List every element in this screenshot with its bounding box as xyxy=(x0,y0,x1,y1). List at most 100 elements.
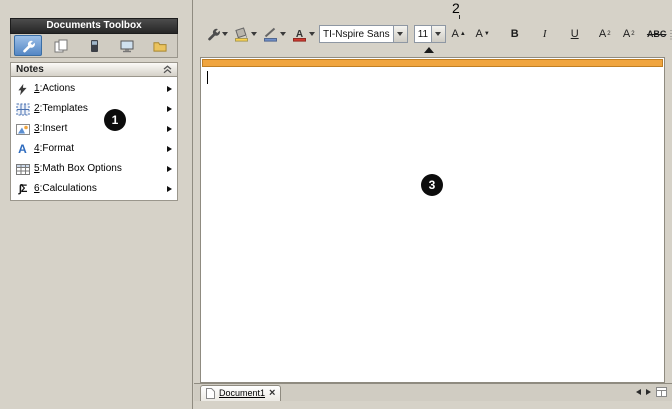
bold-button[interactable]: B xyxy=(504,24,526,44)
monitor-icon xyxy=(120,39,134,53)
collapse-panel-button[interactable] xyxy=(163,65,172,74)
wrench-icon xyxy=(21,39,35,53)
format-letter-glyph: A xyxy=(18,143,27,155)
superscript-mark: 2 xyxy=(607,31,610,37)
line-color-button[interactable] xyxy=(261,23,288,45)
wrench-icon xyxy=(206,27,220,41)
decrease-font-mark: ▼ xyxy=(484,31,490,37)
increase-font-base: A xyxy=(452,29,459,40)
double-chevron-up-icon xyxy=(163,65,172,74)
menu-text: :Format xyxy=(40,143,74,154)
menu-item-calculations[interactable]: ∫Σ 6:Calculations xyxy=(11,179,177,199)
submenu-arrow-icon xyxy=(167,106,172,112)
submenu-arrow-icon xyxy=(167,146,172,152)
dropdown-caret-icon xyxy=(222,32,228,36)
document-tab[interactable]: Document1 × xyxy=(200,385,281,401)
document-tab-bar: Document1 × xyxy=(194,383,672,401)
tab-content-explorer[interactable] xyxy=(146,35,174,56)
menu-item-label: 5:Math Box Options xyxy=(34,164,122,174)
decrease-font-base: A xyxy=(476,29,483,40)
menu-text: :Calculations xyxy=(40,183,97,194)
tab-document-tools[interactable] xyxy=(14,35,42,56)
page-sorter-icon xyxy=(54,39,68,53)
font-size-select[interactable]: 11 xyxy=(414,25,446,43)
next-page-arrow-icon[interactable] xyxy=(646,389,651,395)
superscript-button[interactable]: A2 xyxy=(594,24,616,44)
menu-item-label: 2:Templates xyxy=(34,104,88,114)
calculations-glyph: ∫Σ xyxy=(19,184,27,195)
document-page-icon xyxy=(206,388,215,399)
page-sorter-view-icon[interactable] xyxy=(656,387,667,397)
menu-item-format[interactable]: A 4:Format xyxy=(11,139,177,159)
toolbar-collapse-arrow-icon[interactable] xyxy=(424,47,434,53)
submenu-arrow-icon xyxy=(167,86,172,92)
subscript-button[interactable]: A2 xyxy=(618,24,640,44)
menu-item-label: 1:Actions xyxy=(34,84,75,94)
submenu-arrow-icon xyxy=(167,186,172,192)
tab-utilities[interactable] xyxy=(113,35,141,56)
font-family-value: TI-Nspire Sans xyxy=(320,29,393,40)
notes-menu: 1:Actions 2:Templates xyxy=(10,77,178,201)
tools-menu-button[interactable] xyxy=(204,23,230,45)
subscript-base: A xyxy=(623,29,630,40)
increase-font-size-button[interactable]: A▲ xyxy=(448,24,470,44)
font-size-value: 11 xyxy=(415,29,431,40)
menu-text: :Actions xyxy=(40,83,76,94)
document-tab-label: Document1 xyxy=(219,389,265,398)
superscript-base: A xyxy=(599,29,606,40)
menu-item-label: 3:Insert xyxy=(34,124,67,134)
font-size-caret xyxy=(431,26,445,42)
close-tab-icon[interactable]: × xyxy=(269,388,275,399)
submenu-arrow-icon xyxy=(167,166,172,172)
menu-text: :Math Box Options xyxy=(40,163,122,174)
menu-item-math-box-options[interactable]: 5:Math Box Options xyxy=(11,159,177,179)
format-letter-icon: A xyxy=(15,142,30,157)
italic-button[interactable]: I xyxy=(534,24,556,44)
subscript-mark: 2 xyxy=(631,31,634,37)
dropdown-caret-icon xyxy=(435,32,441,36)
increase-font-mark: ▲ xyxy=(460,31,466,37)
tab-page-sorter[interactable] xyxy=(47,35,75,56)
tab-smartview[interactable] xyxy=(80,35,108,56)
dropdown-caret-icon xyxy=(309,32,315,36)
math-box-grid-icon xyxy=(15,162,30,177)
callout-2-label: 2 xyxy=(452,0,460,16)
font-family-select[interactable]: TI-Nspire Sans xyxy=(319,25,408,43)
document-page[interactable] xyxy=(200,57,665,383)
menu-item-label: 4:Format xyxy=(34,144,74,154)
fill-color-bucket-icon xyxy=(234,27,249,42)
dropdown-caret-icon xyxy=(251,32,257,36)
callout-1-badge: 1 xyxy=(104,109,126,131)
decrease-font-size-button[interactable]: A▼ xyxy=(472,24,494,44)
insert-icon xyxy=(15,122,30,137)
previous-page-arrow-icon[interactable] xyxy=(636,389,641,395)
page-title-accent-bar xyxy=(202,59,663,67)
font-family-caret xyxy=(393,26,407,42)
text-color-button[interactable]: A xyxy=(290,23,317,45)
menu-item-insert[interactable]: 3:Insert xyxy=(11,119,177,139)
strikethrough-button[interactable]: ABC xyxy=(646,24,668,44)
menu-text: :Insert xyxy=(40,123,68,134)
menu-item-templates[interactable]: 2:Templates xyxy=(11,99,177,119)
notes-panel-header: Notes xyxy=(10,62,178,77)
dropdown-caret-icon xyxy=(397,32,403,36)
text-color-icon: A xyxy=(292,27,307,42)
smartview-icon xyxy=(87,39,101,53)
callout-2-pointer-line xyxy=(459,15,460,19)
menu-item-actions[interactable]: 1:Actions xyxy=(11,79,177,99)
submenu-arrow-icon xyxy=(167,126,172,132)
callout-3-badge: 3 xyxy=(421,174,443,196)
toolbox-tab-strip xyxy=(10,34,178,58)
fill-color-button[interactable] xyxy=(232,23,259,45)
calculations-icon: ∫Σ xyxy=(15,182,30,197)
menu-item-label: 6:Calculations xyxy=(34,184,97,194)
menu-text: :Templates xyxy=(40,103,88,114)
underline-button[interactable]: U xyxy=(564,24,586,44)
notes-panel-title: Notes xyxy=(16,65,163,75)
text-cursor xyxy=(207,71,208,84)
page-navigation xyxy=(636,387,672,401)
actions-lightning-icon xyxy=(15,82,30,97)
templates-grid-icon xyxy=(15,102,30,117)
toolbox-title: Documents Toolbox xyxy=(10,18,178,34)
content-explorer-folder-icon xyxy=(153,39,167,53)
